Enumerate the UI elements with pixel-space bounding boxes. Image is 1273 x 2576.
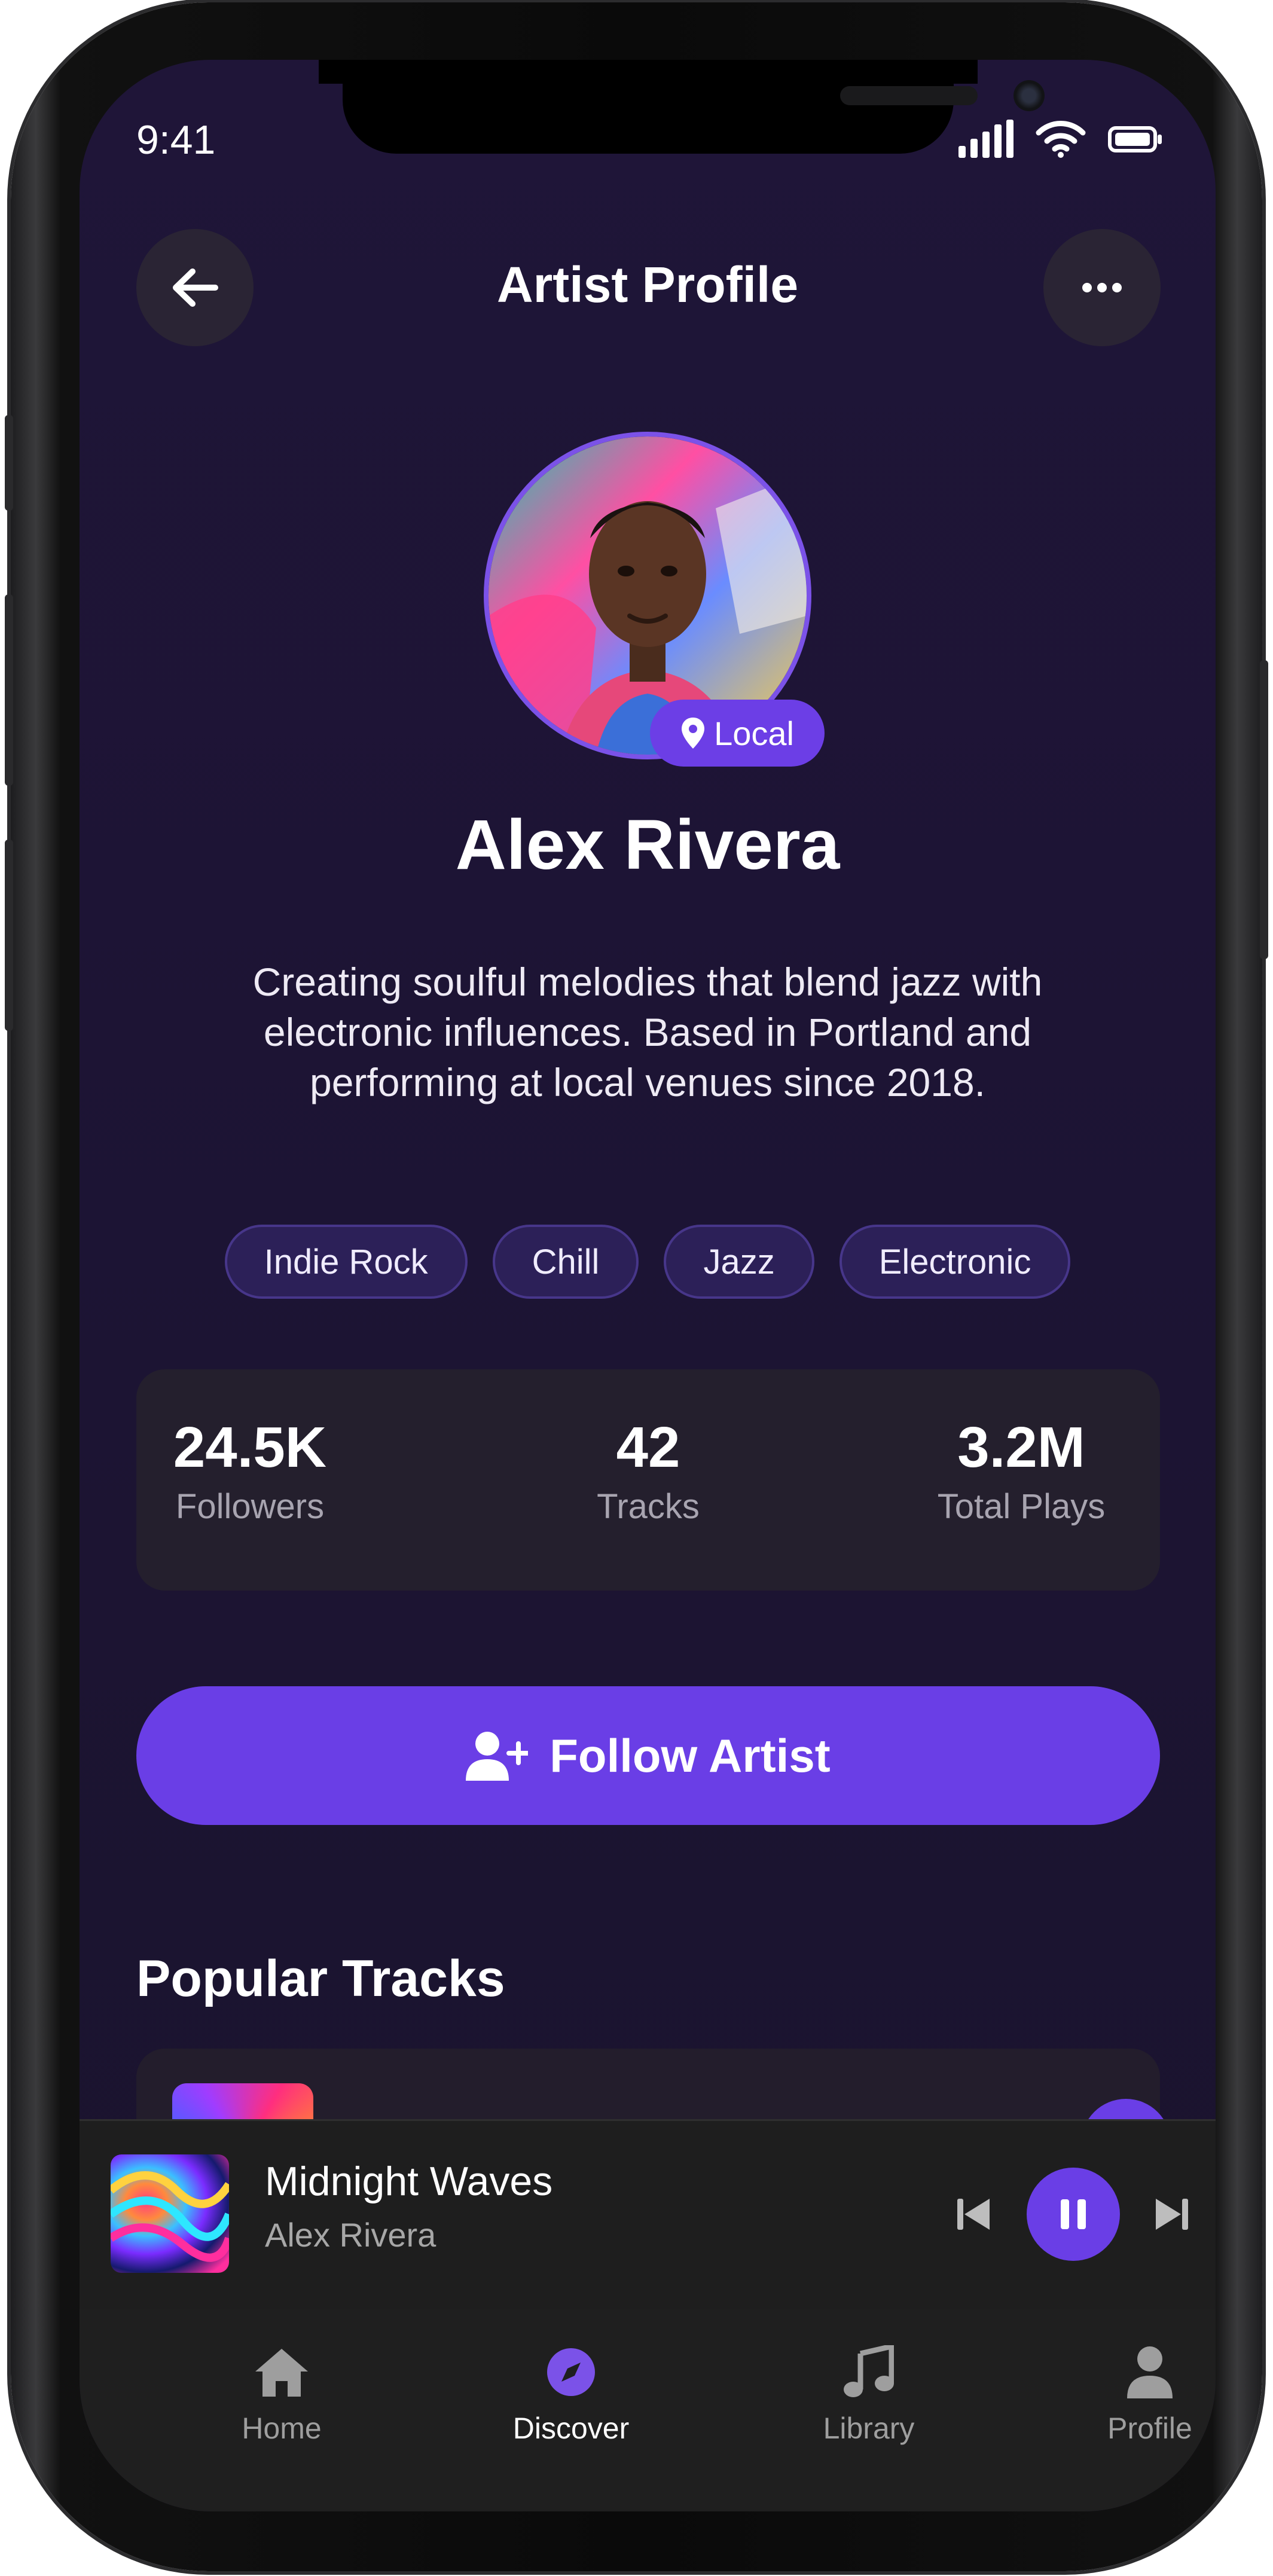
stat-value: 24.5K bbox=[173, 1415, 327, 1479]
local-badge: Local bbox=[650, 700, 825, 767]
artwork-swirl bbox=[111, 2171, 229, 2262]
battery-icon bbox=[1108, 126, 1162, 152]
genre-tag[interactable]: Jazz bbox=[664, 1225, 814, 1299]
stat-total-plays: 3.2M Total Plays bbox=[908, 1415, 1135, 1527]
genre-tag[interactable]: Indie Rock bbox=[224, 1225, 468, 1299]
now-playing-artist: Alex Rivera bbox=[265, 2216, 436, 2254]
previous-track-button[interactable] bbox=[953, 2193, 996, 2236]
mini-player[interactable]: Midnight Waves Alex Rivera bbox=[80, 2119, 1216, 2310]
genre-tag[interactable]: Electronic bbox=[839, 1225, 1071, 1299]
tab-bar: Home Discover Library Profile bbox=[80, 2309, 1216, 2511]
location-pin-icon bbox=[682, 718, 705, 749]
popular-tracks-heading: Popular Tracks bbox=[136, 1950, 505, 2007]
compass-icon bbox=[547, 2348, 595, 2396]
follow-artist-label: Follow Artist bbox=[550, 1729, 831, 1782]
home-icon bbox=[255, 2349, 308, 2397]
follow-artist-button[interactable]: Follow Artist bbox=[136, 1686, 1160, 1825]
tab-label: Profile bbox=[1107, 2412, 1192, 2445]
stat-value: 42 bbox=[616, 1415, 680, 1479]
silent-switch bbox=[5, 415, 13, 511]
wifi-icon bbox=[1036, 121, 1086, 158]
tab-home[interactable]: Home bbox=[192, 2339, 371, 2446]
skip-forward-icon bbox=[1156, 2199, 1188, 2230]
stat-followers: 24.5K Followers bbox=[160, 1415, 340, 1527]
user-plus-icon bbox=[466, 1732, 529, 1781]
tab-library[interactable]: Library bbox=[779, 2339, 958, 2446]
tab-discover[interactable]: Discover bbox=[481, 2339, 661, 2446]
power-button bbox=[1260, 660, 1268, 959]
stat-label: Followers bbox=[175, 1487, 325, 1526]
genre-tags: Indie Rock Chill Jazz Electronic bbox=[80, 1225, 1216, 1299]
signal-icon bbox=[958, 120, 1013, 158]
pause-button[interactable] bbox=[1027, 2168, 1120, 2261]
now-playing-artwork bbox=[111, 2154, 229, 2273]
more-options-button[interactable] bbox=[1043, 229, 1161, 346]
stat-tracks: 42 Tracks bbox=[558, 1415, 738, 1527]
genre-tag[interactable]: Chill bbox=[492, 1225, 639, 1299]
volume-down-button bbox=[5, 840, 13, 1031]
pause-icon bbox=[1061, 2199, 1086, 2229]
notch bbox=[343, 60, 1045, 154]
artist-bio: Creating soulful melodies that blend jaz… bbox=[252, 960, 1043, 1104]
skip-back-icon bbox=[957, 2199, 990, 2230]
stat-label: Total Plays bbox=[937, 1487, 1106, 1526]
screen: 9:41 Artist Profile Local Alex Rivera Cr… bbox=[80, 60, 1216, 2511]
status-icons bbox=[958, 120, 1163, 158]
stat-label: Tracks bbox=[597, 1487, 700, 1526]
tab-label: Discover bbox=[512, 2412, 630, 2445]
tab-label: Library bbox=[823, 2412, 915, 2445]
music-note-icon bbox=[844, 2345, 894, 2397]
ellipsis-icon bbox=[1082, 283, 1122, 292]
tab-profile[interactable]: Profile bbox=[1060, 2339, 1216, 2446]
stat-value: 3.2M bbox=[957, 1415, 1085, 1479]
artist-name: Alex Rivera bbox=[455, 805, 840, 884]
volume-up-button bbox=[5, 594, 13, 786]
user-icon bbox=[1127, 2346, 1173, 2398]
tab-label: Home bbox=[242, 2412, 322, 2445]
speaker bbox=[840, 86, 978, 105]
now-playing-title: Midnight Waves bbox=[265, 2159, 553, 2204]
local-badge-label: Local bbox=[714, 714, 794, 752]
front-camera bbox=[1013, 80, 1045, 111]
phone-frame: 9:41 Artist Profile Local Alex Rivera Cr… bbox=[5, 2, 1268, 2571]
stats-card: 24.5K Followers 42 Tracks 3.2M Total Pla… bbox=[136, 1369, 1160, 1591]
next-track-button[interactable] bbox=[1150, 2193, 1193, 2236]
status-time: 9:41 bbox=[136, 117, 216, 163]
